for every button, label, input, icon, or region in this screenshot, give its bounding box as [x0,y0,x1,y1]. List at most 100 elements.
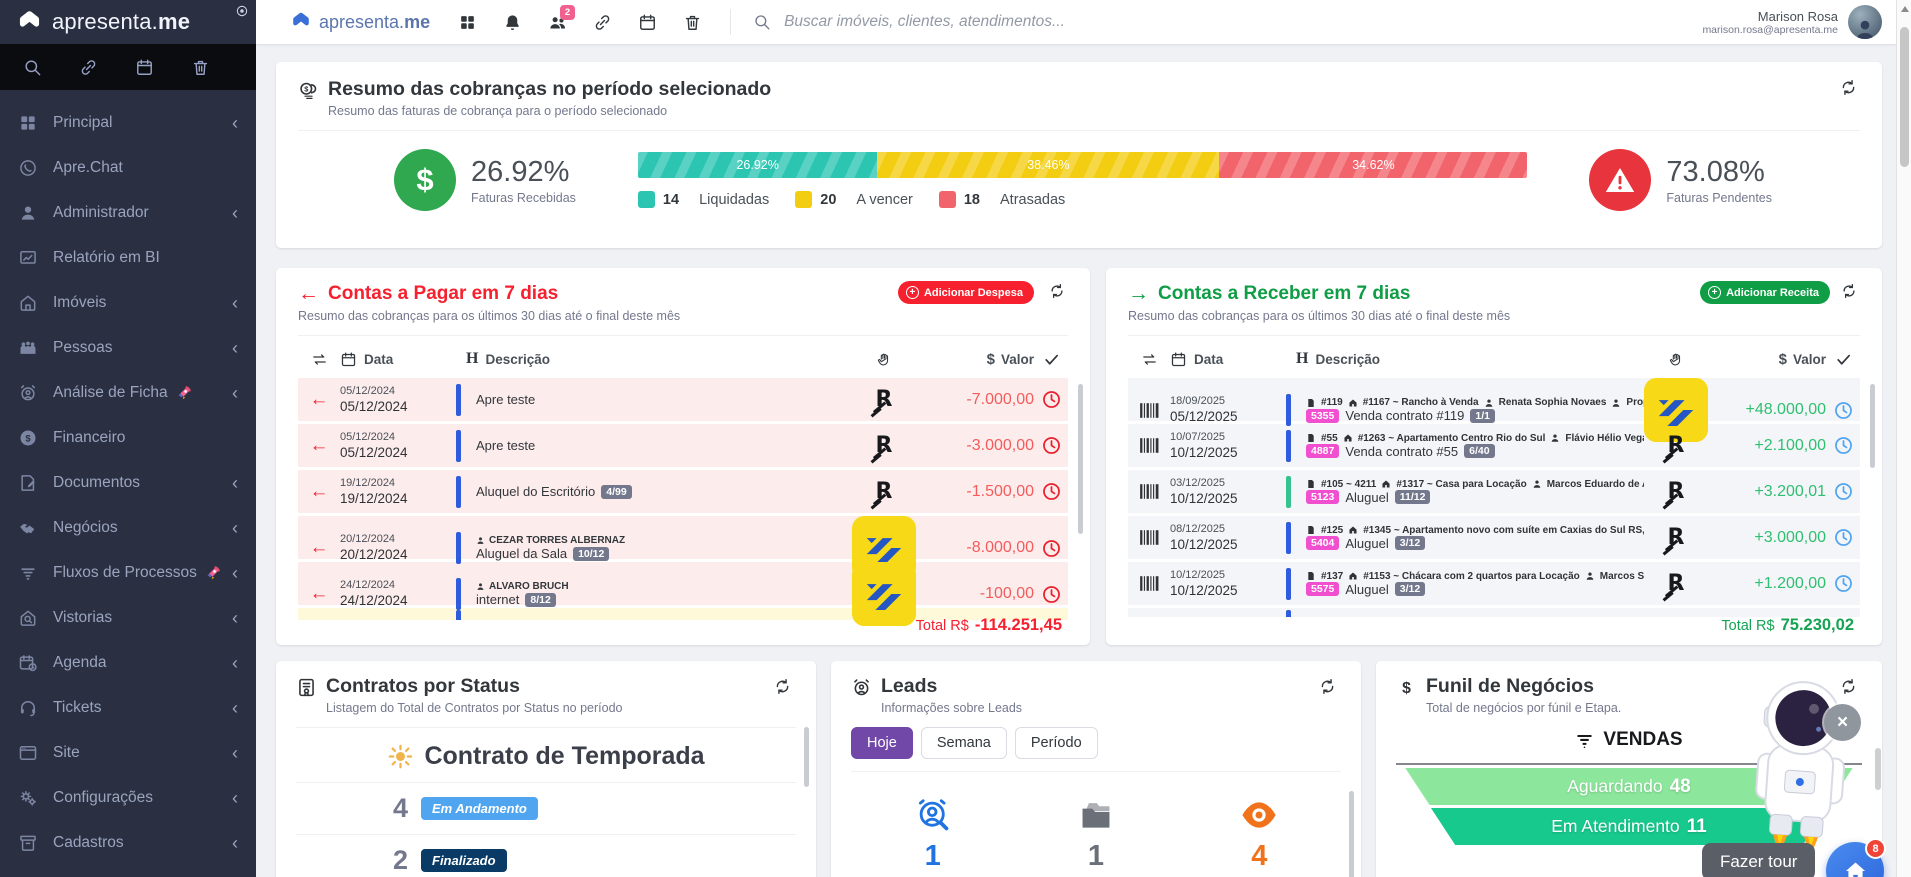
sidebar-item-principal[interactable]: Principal ‹ [0,100,256,145]
user-menu[interactable]: Marison Rosa marison.rosa@apresenta.me [1702,5,1882,39]
clock-icon[interactable] [1041,538,1062,559]
receivable-row[interactable]: 03/12/2025 10/12/2025 #105 ~ 4211 #1317 ~ C… [1128,470,1860,513]
avatar[interactable] [1848,5,1882,39]
refresh-icon[interactable] [1048,282,1066,300]
topbar-trash-button[interactable] [683,13,702,32]
person-name: Marcos Silva [1599,570,1644,582]
swap-icon[interactable] [311,351,328,368]
sidebar-item-relatorio-em-bi[interactable]: Relatório em BI [0,235,256,280]
topbar-link-button[interactable] [593,13,612,32]
sidebar-pin-icon[interactable] [235,4,249,18]
search-icon[interactable] [23,58,42,77]
column-data[interactable]: Data [1194,352,1223,367]
chevron-left-icon: ‹ [232,472,238,493]
sidebar-logo[interactable]: apresenta.me [0,0,256,44]
clock-icon[interactable] [1833,400,1854,421]
column-valor[interactable]: Valor [1001,352,1034,367]
logo-text-bold: me [157,9,191,34]
sidebar-item-apre-chat[interactable]: Apre.Chat [0,145,256,190]
column-descricao[interactable]: Descrição [1315,352,1380,367]
sidebar-item-imoveis[interactable]: Imóveis ‹ [0,280,256,325]
sidebar-item-configuracoes[interactable]: Configurações ‹ [0,775,256,820]
payable-row[interactable]: ← 05/12/2024 05/12/2024 Apre teste R -3.000,0… [298,424,1068,467]
calendar-icon[interactable] [135,58,154,77]
refresh-icon[interactable] [1839,677,1858,696]
payable-row[interactable]: ← 24/12/2024 24/12/2024 ALVARO BRUCH interne… [298,562,1068,626]
sidebar-item-financeiro[interactable]: $ Financeiro [0,415,256,460]
sidebar-item-cadastros[interactable]: Cadastros ‹ [0,820,256,865]
sidebar-item-documentos[interactable]: Documentos ‹ [0,460,256,505]
payment-method: R [1668,526,1685,549]
card-scrollbar[interactable] [1875,748,1881,790]
refresh-icon[interactable] [1839,78,1858,97]
topbar-bell-button[interactable] [503,13,522,32]
contract-status-row[interactable]: 2 Finalizado [296,834,796,877]
sidebar-item-administrador[interactable]: Administrador ‹ [0,190,256,235]
funnel-stage[interactable]: Aguardando 48 [1405,768,1853,805]
add-income-button[interactable]: + Adicionar Receita [1700,281,1830,304]
clock-icon[interactable] [1041,389,1062,410]
contract-status-row[interactable]: 4 Em Andamento [296,782,796,834]
tab-hoje[interactable]: Hoje [851,727,913,759]
topbar-logo[interactable]: apresenta.me [290,11,430,33]
sidebar-item-site[interactable]: Site ‹ [0,730,256,775]
payable-row[interactable]: ← 05/12/2024 05/12/2024 Apre teste R -7.000,0… [298,378,1068,421]
divider [296,727,796,728]
card-scrollbar[interactable] [804,727,809,787]
receivable-row[interactable]: 10/12/2025 10/12/2025 #137 #1153 ~ Chácara … [1128,562,1860,605]
column-data[interactable]: Data [364,352,393,367]
funnel-stage[interactable]: Em Atendimento 11 [1430,808,1828,845]
link-icon[interactable] [79,58,98,77]
column-valor[interactable]: Valor [1793,352,1826,367]
tab-periodo[interactable]: Período [1014,727,1098,759]
close-icon[interactable]: × [1824,704,1861,741]
tour-button[interactable]: Fazer tour [1702,843,1816,877]
receivable-row[interactable]: 08/12/2025 10/12/2025 #125 #1345 ~ Apartame… [1128,516,1860,559]
page-scrollbar[interactable] [1896,0,1911,877]
clock-icon[interactable] [1833,573,1854,594]
clock-icon[interactable] [1833,435,1854,456]
total-label: Total R$ [915,618,969,634]
topbar-calendar-button[interactable] [638,13,657,32]
sidebar-item-fluxos-de-processos[interactable]: Fluxos de Processos ‹ [0,550,256,595]
topbar-users-button[interactable]: 2 [548,4,576,32]
tab-semana[interactable]: Semana [920,727,1007,759]
warning-icon [1603,163,1637,197]
total-value: -114.251,45 [974,616,1062,634]
scrollbar-thumb[interactable] [1900,27,1909,167]
refresh-icon[interactable] [1840,282,1858,300]
sidebar-item-pessoas[interactable]: Pessoas ‹ [0,325,256,370]
sidebar-item-vistorias[interactable]: Vistorias ‹ [0,595,256,640]
table-scrollbar[interactable] [1870,384,1875,468]
scroll-up-arrow-icon[interactable] [1901,6,1909,12]
clock-icon[interactable] [1041,481,1062,502]
clock-icon[interactable] [1833,481,1854,502]
card-scrollbar[interactable] [1349,791,1354,877]
sidebar-item-label: Cadastros [53,833,124,851]
sidebar-item-negocios[interactable]: Negócios ‹ [0,505,256,550]
receivable-row[interactable]: 18/09/2025 05/12/2025 #119 #1167 ~ Rancho à… [1128,378,1860,442]
search-input[interactable] [784,13,1215,31]
clock-icon[interactable] [1833,527,1854,548]
receivable-row[interactable]: 10/07/2025 10/12/2025 #55 #1263 ~ Apartamen… [1128,424,1860,467]
check-icon[interactable] [1043,351,1060,368]
refresh-icon[interactable] [773,677,792,696]
sidebar-item-analise-de-ficha[interactable]: Análise de Ficha ‹ [0,370,256,415]
total-value: 75.230,02 [1780,616,1854,634]
clock-icon[interactable] [1041,435,1062,456]
trash-icon[interactable] [191,58,210,77]
sidebar-item-agenda[interactable]: Agenda ‹ [0,640,256,685]
check-icon[interactable] [1835,351,1852,368]
payable-row[interactable]: ← 19/12/2024 19/12/2024 Aluquel do Escritór… [298,470,1068,513]
clock-icon[interactable] [1041,584,1062,605]
folders-icon [1077,796,1115,834]
refresh-icon[interactable] [1318,677,1337,696]
payable-row[interactable]: ← 20/12/2024 20/12/2024 CEZAR TORRES ALBERN… [298,516,1068,580]
sidebar-item-tickets[interactable]: Tickets ‹ [0,685,256,730]
swap-icon[interactable] [1141,351,1158,368]
topbar-apps-button[interactable] [458,13,477,32]
row-description: #105 ~ 4211 #1317 ~ Casa para Locação Marc… [1296,479,1644,505]
add-expense-button[interactable]: + Adicionar Despesa [897,281,1034,304]
column-descricao[interactable]: Descrição [485,352,550,367]
table-scrollbar[interactable] [1078,384,1083,534]
